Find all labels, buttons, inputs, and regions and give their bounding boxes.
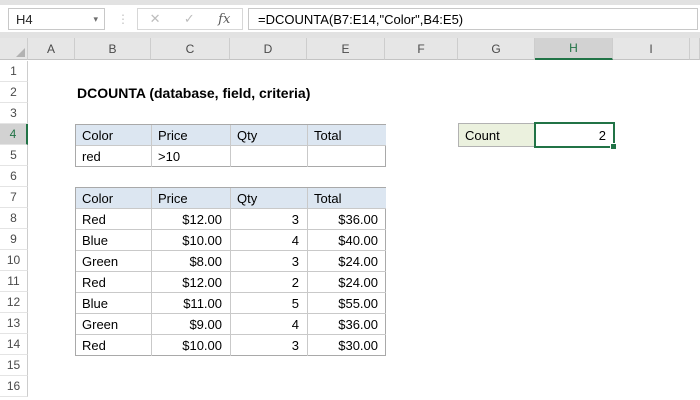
row-header-12[interactable]: 12	[0, 292, 28, 313]
column-header-H[interactable]: H	[535, 38, 613, 60]
data-table-cell[interactable]: 5	[231, 293, 308, 314]
data-table-header-cell[interactable]: Price	[152, 188, 231, 209]
data-table-cell[interactable]: $8.00	[152, 251, 231, 272]
row-header-6[interactable]: 6	[0, 166, 28, 187]
criteria-table-cell[interactable]	[308, 146, 386, 167]
data-table-cell[interactable]: Green	[76, 251, 152, 272]
fill-handle[interactable]	[610, 143, 617, 150]
data-table-cell[interactable]: $11.00	[152, 293, 231, 314]
data-table-cell[interactable]: 2	[231, 272, 308, 293]
data-table-cell[interactable]: Red	[76, 335, 152, 356]
data-table-header-cell[interactable]: Qty	[231, 188, 308, 209]
select-all-corner[interactable]	[0, 38, 28, 60]
data-table-cell[interactable]: $10.00	[152, 335, 231, 356]
data-table-cell[interactable]: $12.00	[152, 209, 231, 230]
criteria-table-cell[interactable]: >10	[152, 146, 231, 167]
data-table-cell[interactable]: Green	[76, 314, 152, 335]
criteria-table: Color Price Qty Total red >10	[75, 124, 386, 167]
data-table-cell[interactable]: $40.00	[308, 230, 386, 251]
formula-bar-buttons: ✕ ✓ fx	[137, 8, 243, 30]
formula-bar: H4 ▾ ⋮ ✕ ✓ fx =DCOUNTA(B7:E14,"Color",B4…	[0, 5, 700, 32]
row-header-3[interactable]: 3	[0, 103, 28, 124]
criteria-table-header-cell[interactable]: Price	[152, 125, 231, 146]
data-table-cell[interactable]: Blue	[76, 230, 152, 251]
data-table-cell[interactable]: $36.00	[308, 314, 386, 335]
data-table-cell[interactable]: $9.00	[152, 314, 231, 335]
row-header-4[interactable]: 4	[0, 124, 28, 145]
select-all-triangle-icon	[16, 48, 25, 57]
column-header-C[interactable]: C	[151, 38, 230, 60]
cell-H4-selected[interactable]: 2	[534, 122, 617, 150]
row-header-15[interactable]: 15	[0, 355, 28, 376]
count-value: 2	[598, 127, 606, 143]
row-header-10[interactable]: 10	[0, 250, 28, 271]
data-table-cell[interactable]: 3	[231, 335, 308, 356]
cancel-icon[interactable]: ✕	[150, 11, 161, 27]
column-header-E[interactable]: E	[307, 38, 385, 60]
data-table-cell[interactable]: Red	[76, 209, 152, 230]
column-header-I[interactable]: I	[613, 38, 690, 60]
column-header-B[interactable]: B	[75, 38, 151, 60]
data-table-cell[interactable]: $24.00	[308, 251, 386, 272]
column-header-F[interactable]: F	[385, 38, 458, 60]
row-header-9[interactable]: 9	[0, 229, 28, 250]
row-header-1[interactable]: 1	[0, 61, 28, 82]
criteria-table-header-cell[interactable]: Color	[76, 125, 152, 146]
row-header-8[interactable]: 8	[0, 208, 28, 229]
row-header-13[interactable]: 13	[0, 313, 28, 334]
excel-window: H4 ▾ ⋮ ✕ ✓ fx =DCOUNTA(B7:E14,"Color",B4…	[0, 0, 700, 400]
criteria-table-cell[interactable]	[231, 146, 308, 167]
worksheet-grid: DCOUNTA (database, field, criteria) Colo…	[0, 38, 700, 400]
row-header-2[interactable]: 2	[0, 82, 28, 103]
data-table-cell[interactable]: $24.00	[308, 272, 386, 293]
name-box[interactable]: H4 ▾	[8, 8, 105, 30]
formula-input[interactable]: =DCOUNTA(B7:E14,"Color",B4:E5)	[248, 8, 698, 30]
data-table-cell[interactable]: $30.00	[308, 335, 386, 356]
data-table-cell[interactable]: Red	[76, 272, 152, 293]
cell-G4-count-label[interactable]: Count	[458, 123, 536, 147]
data-table-cell[interactable]: $12.00	[152, 272, 231, 293]
data-table-cell[interactable]: $10.00	[152, 230, 231, 251]
row-header-11[interactable]: 11	[0, 271, 28, 292]
column-header-partial	[690, 38, 700, 60]
data-table-cell[interactable]: 4	[231, 314, 308, 335]
criteria-table-cell[interactable]: red	[76, 146, 152, 167]
row-header-16[interactable]: 16	[0, 376, 28, 397]
data-table-cell[interactable]: 3	[231, 251, 308, 272]
row-header-7[interactable]: 7	[0, 187, 28, 208]
name-box-value: H4	[16, 11, 33, 27]
cell-B2-title[interactable]: DCOUNTA (database, field, criteria)	[77, 82, 310, 103]
criteria-table-header-cell[interactable]: Qty	[231, 125, 308, 146]
column-header-A[interactable]: A	[28, 38, 75, 60]
name-box-dropdown-icon[interactable]: ▾	[93, 14, 98, 25]
insert-function-icon[interactable]: fx	[218, 12, 230, 27]
column-header-G[interactable]: G	[458, 38, 535, 60]
data-table-cell[interactable]: 4	[231, 230, 308, 251]
data-table-cell[interactable]: $55.00	[308, 293, 386, 314]
data-table-header-cell[interactable]: Total	[308, 188, 386, 209]
more-icon: ⋮	[117, 12, 129, 26]
column-header-D[interactable]: D	[230, 38, 307, 60]
data-table-cell[interactable]: 3	[231, 209, 308, 230]
row-header-5[interactable]: 5	[0, 145, 28, 166]
data-table-header-cell[interactable]: Color	[76, 188, 152, 209]
data-table-cell[interactable]: $36.00	[308, 209, 386, 230]
enter-icon[interactable]: ✓	[184, 11, 195, 27]
data-table: Color Price Qty Total Red $12.00 3 $36.00 Blue $1…	[75, 187, 386, 356]
criteria-table-header-cell[interactable]: Total	[308, 125, 386, 146]
row-header-14[interactable]: 14	[0, 334, 28, 355]
data-table-cell[interactable]: Blue	[76, 293, 152, 314]
